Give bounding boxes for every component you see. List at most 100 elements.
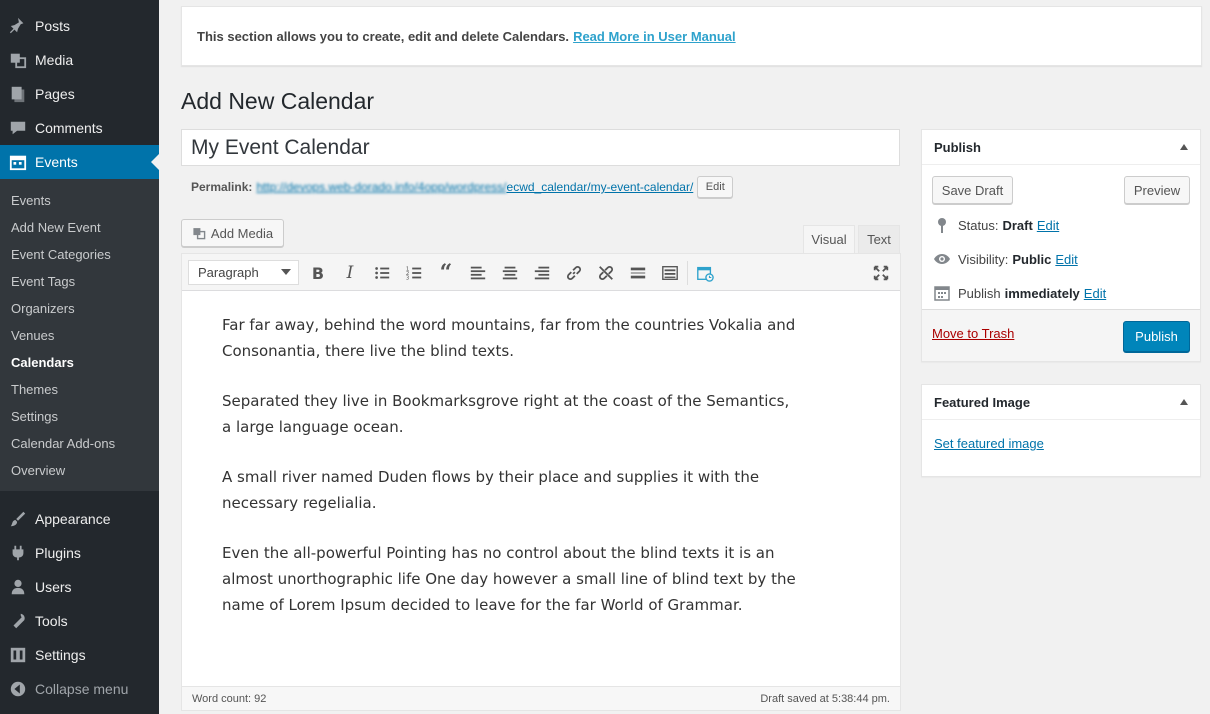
status-label: Status:	[958, 217, 999, 233]
menu-tools-label: Tools	[35, 613, 68, 629]
menu-posts[interactable]: Posts	[0, 9, 159, 43]
submenu-event-categories[interactable]: Event Categories	[11, 247, 111, 262]
submenu-settings[interactable]: Settings	[11, 409, 58, 424]
comments-icon	[0, 119, 35, 137]
draft-saved-status: Draft saved at 5:38:44 pm.	[760, 692, 890, 705]
menu-media-label: Media	[35, 52, 74, 68]
submenu-themes[interactable]: Themes	[11, 382, 58, 397]
brush-icon	[0, 510, 35, 528]
submenu-venues[interactable]: Venues	[11, 328, 54, 343]
content-paragraph: Separated they live in Bookmarksgrove ri…	[222, 392, 790, 436]
format-select[interactable]: Paragraph	[188, 260, 299, 285]
user-manual-link[interactable]: Read More in User Manual	[573, 29, 736, 44]
media-icon	[192, 226, 206, 240]
collapse-menu[interactable]: Collapse menu	[0, 672, 159, 706]
menu-users-label: Users	[35, 579, 72, 595]
editor-toolbar: Paragraph B I 123 “	[182, 254, 900, 291]
publish-time-label: Publish	[958, 285, 1001, 301]
submenu-overview[interactable]: Overview	[11, 463, 65, 478]
read-more-icon[interactable]	[627, 262, 649, 284]
set-featured-image-link[interactable]: Set featured image	[934, 436, 1044, 451]
unlink-icon[interactable]	[595, 262, 617, 284]
menu-appearance[interactable]: Appearance	[0, 502, 159, 536]
plugin-icon	[0, 544, 35, 562]
content-paragraph: Far far away, behind the word mountains,…	[222, 316, 796, 360]
menu-events[interactable]: Events	[0, 145, 159, 179]
blockquote-icon[interactable]: “	[435, 260, 457, 286]
publish-box-title: Publish	[934, 139, 981, 155]
save-draft-button[interactable]: Save Draft	[932, 176, 1013, 204]
visibility-value: Public	[1012, 251, 1052, 267]
admin-sidebar: Posts Media Pages Comments Events Events…	[0, 0, 159, 714]
settings-icon	[0, 646, 35, 664]
permalink-label: Permalink:	[191, 180, 253, 194]
menu-tools[interactable]: Tools	[0, 604, 159, 638]
pages-icon	[0, 85, 35, 103]
submenu-events[interactable]: Events	[11, 193, 51, 208]
collapse-icon	[0, 680, 35, 698]
calendar-icon	[0, 153, 35, 171]
featured-image-box: Featured Image Set featured image	[921, 384, 1201, 477]
align-left-icon[interactable]	[467, 262, 489, 284]
permalink-edit-button[interactable]: Edit	[697, 176, 734, 198]
submenu-organizers[interactable]: Organizers	[11, 301, 75, 316]
preview-button[interactable]: Preview	[1124, 176, 1190, 204]
menu-posts-label: Posts	[35, 18, 71, 34]
menu-comments[interactable]: Comments	[0, 111, 159, 145]
chevron-down-icon	[281, 269, 291, 280]
submenu-event-tags[interactable]: Event Tags	[11, 274, 75, 289]
add-media-button[interactable]: Add Media	[181, 219, 284, 247]
publish-box: Publish Save Draft Preview Status: Draft…	[921, 129, 1201, 362]
publish-button[interactable]: Publish	[1123, 321, 1190, 352]
menu-plugins[interactable]: Plugins	[0, 536, 159, 570]
numbered-list-icon[interactable]: 123	[403, 262, 425, 284]
fullscreen-icon[interactable]	[870, 262, 892, 284]
editor-content[interactable]: Far far away, behind the word mountains,…	[222, 312, 802, 642]
bulleted-list-icon[interactable]	[371, 262, 393, 284]
collapse-toggle-icon[interactable]	[1180, 144, 1188, 150]
format-select-value: Paragraph	[198, 265, 259, 280]
menu-pages[interactable]: Pages	[0, 77, 159, 111]
italic-icon[interactable]: I	[339, 262, 361, 284]
submenu-calendars[interactable]: Calendars	[11, 355, 74, 370]
toolbar-toggle-icon[interactable]	[659, 262, 681, 284]
featured-image-title: Featured Image	[934, 394, 1031, 410]
events-submenu: Events Add New Event Event Categories Ev…	[0, 179, 159, 491]
media-icon	[0, 51, 35, 69]
submenu-calendar-add-ons[interactable]: Calendar Add-ons	[11, 436, 115, 451]
wrench-icon	[0, 612, 35, 630]
title-input[interactable]	[181, 129, 900, 166]
menu-pages-label: Pages	[35, 86, 75, 102]
featured-image-header[interactable]: Featured Image	[922, 385, 1200, 420]
menu-appearance-label: Appearance	[35, 511, 111, 527]
bold-icon[interactable]: B	[307, 262, 329, 284]
publish-box-header[interactable]: Publish	[922, 130, 1200, 165]
status-edit-link[interactable]: Edit	[1037, 218, 1059, 233]
move-to-trash-link[interactable]: Move to Trash	[932, 326, 1014, 341]
collapse-toggle-icon[interactable]	[1180, 399, 1188, 405]
eye-icon	[932, 252, 952, 266]
pin-icon	[932, 217, 952, 233]
permalink-base-url[interactable]: http://devops.web-dorado.info/4opp/wordp…	[256, 180, 506, 194]
publish-time-value: immediately	[1004, 285, 1080, 301]
word-count: Word count: 92	[192, 692, 267, 705]
tab-text[interactable]: Text	[858, 225, 900, 253]
align-center-icon[interactable]	[499, 262, 521, 284]
align-right-icon[interactable]	[531, 262, 553, 284]
insert-link-icon[interactable]	[563, 262, 585, 284]
menu-plugins-label: Plugins	[35, 545, 81, 561]
submenu-add-new-event[interactable]: Add New Event	[11, 220, 101, 235]
publish-time-edit-link[interactable]: Edit	[1084, 286, 1106, 301]
collapse-menu-label: Collapse menu	[35, 681, 129, 697]
menu-settings[interactable]: Settings	[0, 638, 159, 672]
tab-visual[interactable]: Visual	[803, 225, 855, 253]
visibility-edit-link[interactable]: Edit	[1055, 252, 1077, 267]
permalink-slug-url[interactable]: ecwd_calendar/my-event-calendar/	[507, 180, 694, 194]
event-calendar-icon[interactable]	[694, 262, 716, 284]
menu-media[interactable]: Media	[0, 43, 159, 77]
status-row: Status: Draft Edit	[932, 215, 1059, 235]
users-icon	[0, 578, 35, 596]
menu-settings-label: Settings	[35, 647, 86, 663]
menu-users[interactable]: Users	[0, 570, 159, 604]
permalink-row: Permalink: http://devops.web-dorado.info…	[191, 176, 734, 198]
